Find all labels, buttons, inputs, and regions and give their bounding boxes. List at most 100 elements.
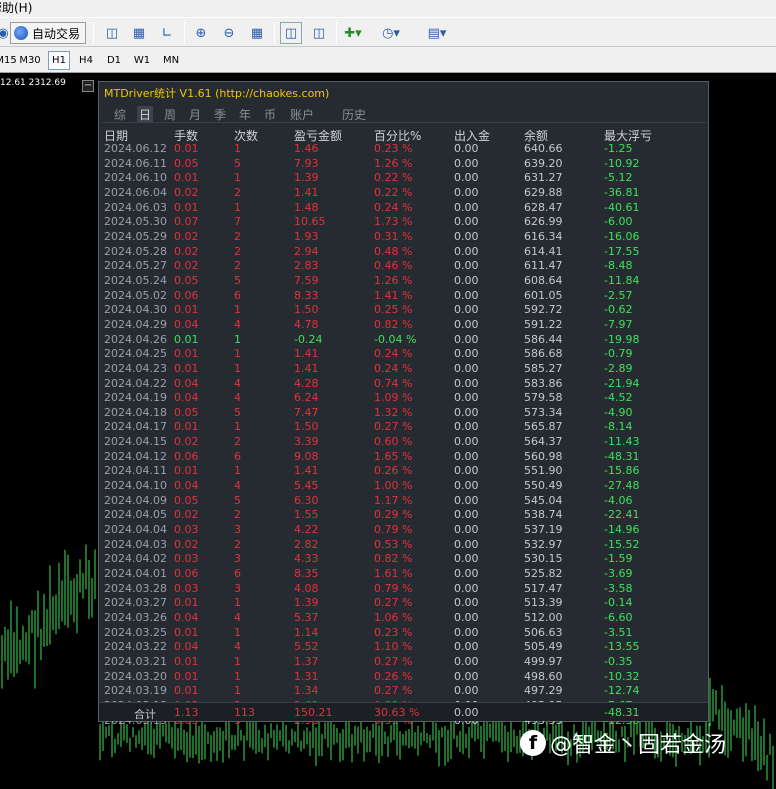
templates-icon[interactable]: ▤▾ (420, 22, 454, 44)
zoom-out-icon[interactable]: ⊖ (218, 22, 240, 44)
tab-day[interactable]: 日 (137, 106, 154, 123)
cell-percent: 0.25 % (374, 303, 413, 317)
cell-pnl: 1.55 (294, 508, 319, 522)
footer-lots: 1.13 (174, 706, 199, 719)
cell-max-drawdown: -5.12 (604, 171, 633, 185)
menu-help[interactable]: 帮助(H) (0, 0, 32, 17)
tab-history[interactable]: 历史 (342, 106, 366, 123)
table-row: 2024.03.22 0.04 4 5.52 1.10 % 0.00 505.49 -13.5… (99, 640, 708, 655)
cell-deposit: 0.00 (454, 508, 479, 522)
cell-count: 3 (234, 581, 241, 595)
timeframe-m15[interactable]: M15 (0, 51, 17, 70)
cell-lots: 0.01 (174, 200, 199, 214)
tab-year[interactable]: 年 (239, 106, 251, 123)
indicators-icon[interactable]: ✚▾ (342, 22, 364, 44)
table-row: 2024.04.12 0.06 6 9.08 1.65 % 0.00 560.98 -48.3… (99, 450, 708, 465)
cell-lots: 0.01 (174, 332, 199, 346)
cell-max-drawdown: -4.90 (604, 405, 633, 419)
cell-deposit: 0.00 (454, 435, 479, 449)
cell-date: 2024.04.01 (104, 567, 167, 581)
panel-minimize-button[interactable]: − (82, 80, 94, 92)
cell-count: 1 (234, 420, 241, 434)
cell-balance: 512.00 (524, 611, 563, 624)
cell-balance: 616.34 (524, 229, 563, 243)
cell-percent: 1.26 % (374, 156, 413, 170)
chart-shift-icon[interactable]: ◫ (308, 22, 330, 44)
timeframe-w1[interactable]: W1 (131, 51, 153, 70)
timeframe-d1[interactable]: D1 (103, 51, 125, 70)
cell-balance: 505.49 (524, 640, 563, 654)
cell-pnl: 2.82 (294, 537, 319, 551)
cell-date: 2024.04.04 (104, 523, 167, 537)
cell-date: 2024.06.04 (104, 185, 167, 199)
cell-count: 3 (234, 523, 241, 537)
cell-balance: 601.05 (524, 288, 563, 302)
cell-date: 2024.06.10 (104, 171, 167, 185)
cell-date: 2024.04.09 (104, 493, 167, 507)
cell-count: 1 (234, 654, 241, 668)
cell-max-drawdown: -17.55 (604, 244, 640, 258)
cell-balance: 564.37 (524, 435, 563, 449)
tile-windows-icon[interactable]: ▦ (246, 22, 268, 44)
timeframe-h4[interactable]: H4 (75, 51, 97, 70)
bar-chart-icon[interactable]: ◫ (101, 22, 123, 44)
cell-lots: 0.04 (174, 479, 199, 493)
cell-count: 4 (234, 479, 241, 493)
cell-count: 2 (234, 435, 241, 449)
cell-percent: 0.82 % (374, 552, 413, 566)
cell-percent: 1.61 % (374, 567, 413, 581)
tab-overview[interactable]: 综 (114, 106, 126, 123)
cell-date: 2024.05.28 (104, 244, 167, 258)
table-row: 2024.04.05 0.02 2 1.55 0.29 % 0.00 538.74 -22.4… (99, 508, 708, 523)
candlestick-chart-icon[interactable]: ▦ (128, 22, 150, 44)
cell-balance: 537.19 (524, 523, 563, 537)
cell-lots: 0.02 (174, 244, 199, 258)
table-row: 2024.03.26 0.04 4 5.37 1.06 % 0.00 512.00 -6.60 (99, 611, 708, 626)
cell-max-drawdown: -7.97 (604, 317, 633, 331)
cell-percent: 0.22 % (374, 185, 413, 199)
cell-max-drawdown: -19.98 (604, 332, 640, 346)
table-row: 2024.04.03 0.02 2 2.82 0.53 % 0.00 532.97 -15.5… (99, 538, 708, 553)
cell-date: 2024.06.03 (104, 200, 167, 214)
timeframe-m30[interactable]: M30 (18, 51, 42, 70)
periods-clock-icon[interactable]: ◷▾ (380, 22, 402, 44)
cell-percent: 0.82 % (374, 317, 413, 331)
cell-date: 2024.04.03 (104, 537, 167, 551)
tab-quarter[interactable]: 季 (214, 106, 226, 123)
cell-deposit: 0.00 (454, 537, 479, 551)
cell-lots: 0.03 (174, 523, 199, 537)
cell-deposit: 0.00 (454, 185, 479, 199)
cell-max-drawdown: -0.79 (604, 347, 633, 361)
cell-pnl: 9.08 (294, 449, 319, 463)
cell-date: 2024.06.12 (104, 142, 167, 155)
footer-percent: 30.63 % (374, 706, 420, 719)
line-chart-icon[interactable]: ∟ (156, 22, 178, 44)
cell-balance: 614.41 (524, 244, 563, 258)
table-row: 2024.06.04 0.02 2 1.41 0.22 % 0.00 629.88 -36.8… (99, 186, 708, 201)
cell-pnl: 4.28 (294, 376, 319, 390)
cell-date: 2024.03.19 (104, 684, 167, 698)
tab-divider (102, 122, 706, 123)
cell-deposit: 0.00 (454, 464, 479, 478)
tab-week[interactable]: 周 (164, 106, 176, 123)
zoom-in-icon[interactable]: ⊕ (190, 22, 212, 44)
footer-deposit: 0.00 (454, 706, 479, 719)
table-row: 2024.04.30 0.01 1 1.50 0.25 % 0.00 592.72 -0.62 (99, 303, 708, 318)
cell-count: 2 (234, 185, 241, 199)
tab-account[interactable]: 账户 (290, 106, 314, 123)
tab-currency[interactable]: 币 (264, 106, 276, 123)
autotrade-button[interactable]: 自动交易 (10, 22, 86, 44)
tab-month[interactable]: 月 (189, 106, 201, 123)
timeframe-h1[interactable]: H1 (48, 51, 70, 70)
table-row: 2024.05.27 0.02 2 2.83 0.46 % 0.00 611.47 -8.48 (99, 259, 708, 274)
cell-max-drawdown: -6.60 (604, 611, 633, 624)
autoscroll-icon[interactable]: ◫ (280, 22, 302, 44)
cell-max-drawdown: -0.14 (604, 596, 633, 610)
cell-count: 6 (234, 449, 241, 463)
table-row: 2024.04.17 0.01 1 1.50 0.27 % 0.00 565.87 -8.14 (99, 420, 708, 435)
cell-lots: 0.04 (174, 317, 199, 331)
cell-deposit: 0.00 (454, 259, 479, 273)
cell-pnl: 7.93 (294, 156, 319, 170)
cell-balance: 565.87 (524, 420, 563, 434)
timeframe-mn[interactable]: MN (159, 51, 183, 70)
